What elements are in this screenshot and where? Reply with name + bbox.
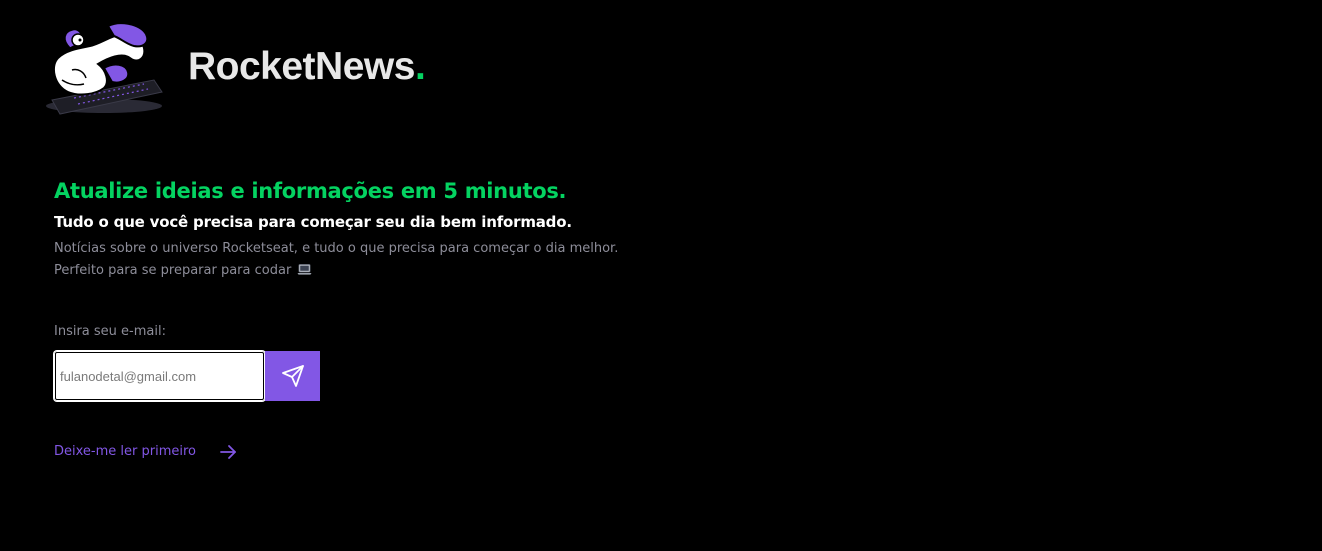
read-first-link[interactable]: Deixe-me ler primeiro	[54, 441, 238, 463]
brand-dot: .	[414, 45, 426, 88]
arrow-right-icon	[220, 445, 236, 459]
read-first-label: Deixe-me ler primeiro	[54, 444, 196, 459]
subscribe-form	[54, 351, 320, 401]
astronaut-illustration-icon	[46, 22, 163, 115]
hero-subheadline: Tudo o que você precisa para começar seu…	[54, 213, 572, 231]
hero-description: Notícias sobre o universo Rocketseat, e …	[54, 238, 618, 282]
hero-headline: Atualize ideias e informações em 5 minut…	[54, 179, 567, 203]
email-input[interactable]	[54, 351, 265, 401]
landing-page: RocketNews. Atualize ideias e informaçõe…	[0, 0, 1322, 551]
description-line-2: Perfeito para se preparar para codar	[54, 263, 292, 278]
description-line-2-wrapper: Perfeito para se preparar para codar	[54, 260, 618, 282]
send-icon	[281, 365, 304, 387]
brand-text: RocketNews	[188, 45, 415, 88]
email-label: Insira seu e-mail:	[54, 324, 166, 339]
description-line-1: Notícias sobre o universo Rocketseat, e …	[54, 241, 619, 256]
send-button[interactable]	[265, 351, 320, 401]
laptop-emoji-icon	[297, 264, 312, 275]
brand-name: RocketNews.	[188, 44, 426, 90]
